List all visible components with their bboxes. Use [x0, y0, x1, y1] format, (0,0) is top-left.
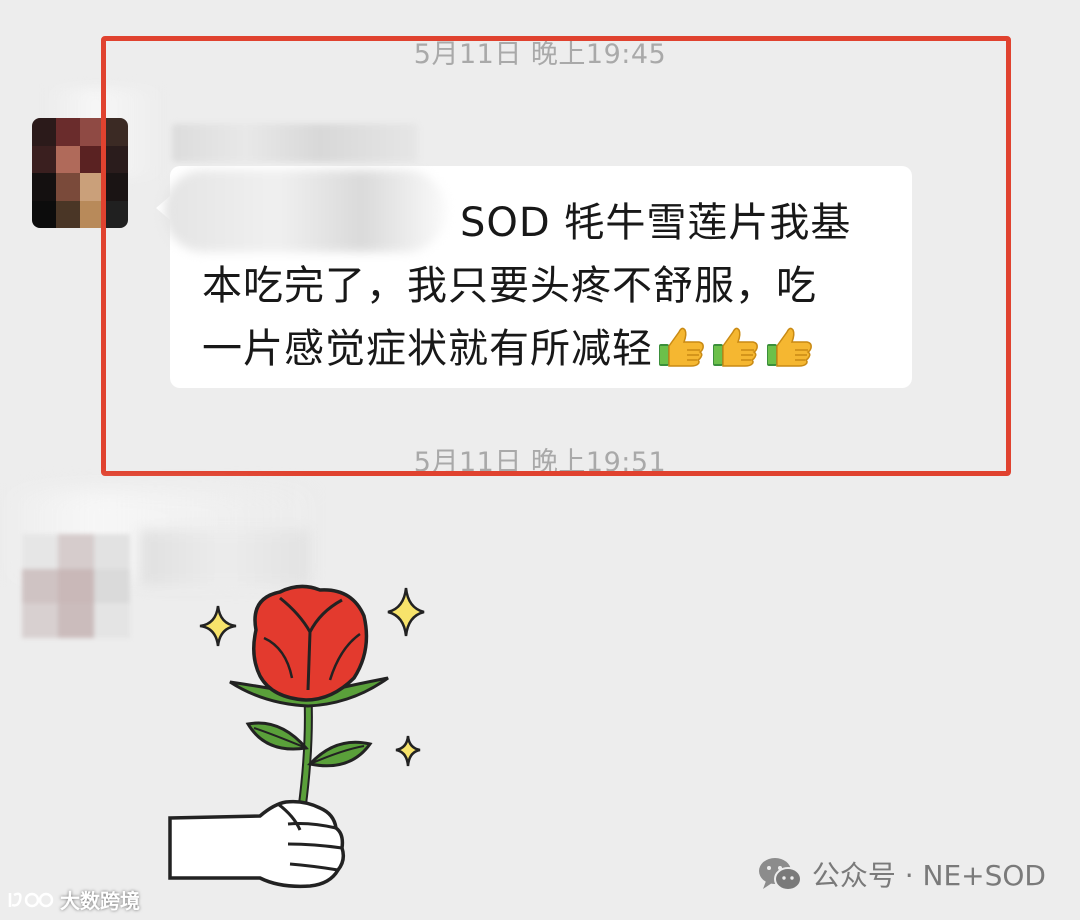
rose-sticker[interactable]	[160, 578, 440, 898]
watermark-label: 公众号 · NE+SOD	[811, 859, 1046, 892]
sparkle-icon	[395, 735, 421, 767]
sparkle-icon	[387, 587, 425, 637]
watermark: 公众号 · NE+SOD	[758, 854, 1046, 894]
brand-watermark: 大数跨境	[6, 885, 140, 914]
brand-logo-icon	[8, 892, 54, 907]
red-highlight-frame	[101, 36, 1011, 476]
brand-label: 大数跨境	[60, 889, 140, 913]
sparkle-icon	[199, 605, 237, 647]
wechat-icon	[758, 858, 802, 891]
